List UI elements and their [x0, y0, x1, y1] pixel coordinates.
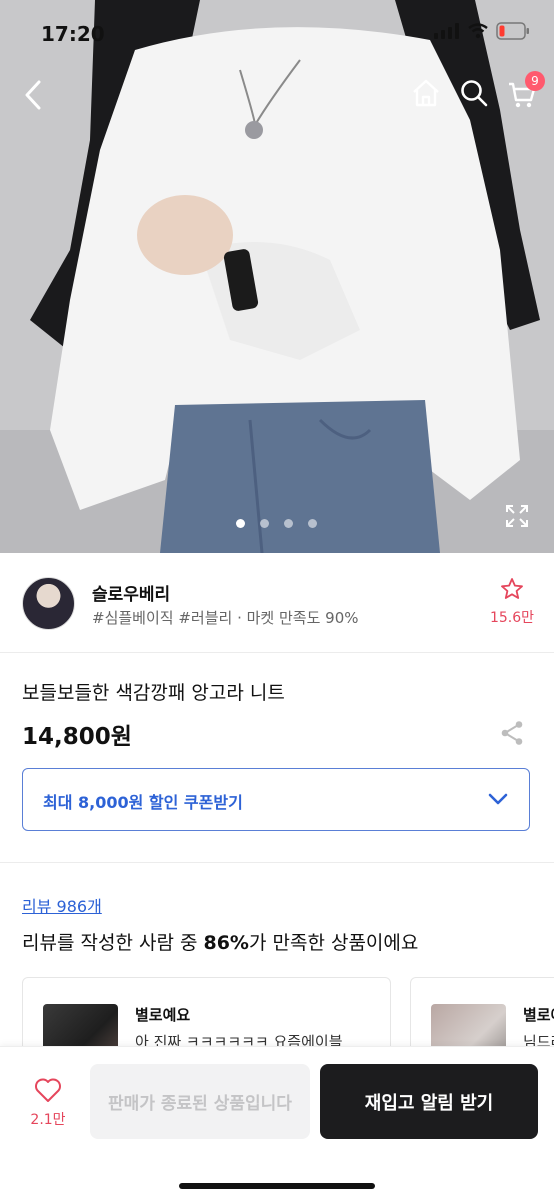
review-card-title: 별로예요 — [135, 1006, 191, 1024]
chevron-down-icon — [488, 793, 508, 805]
home-button[interactable] — [409, 76, 443, 110]
review-card-title: 별로예 — [523, 1006, 554, 1024]
expand-icon — [506, 505, 528, 527]
product-title: 보들보들한 색감깡패 앙고라 니트 — [22, 682, 285, 704]
shop-info[interactable]: 슬로우베리 #심플베이직 #러블리 · 마켓 만족도 90% 15.6만 — [0, 553, 554, 653]
carousel-dot[interactable] — [236, 519, 245, 528]
coupon-label: 최대 8,000원 할인 쿠폰받기 — [43, 793, 243, 812]
share-icon — [501, 721, 523, 745]
review-summary-prefix: 리뷰를 작성한 사람 중 — [22, 932, 204, 954]
restock-alert-button[interactable]: 재입고 알림 받기 — [320, 1064, 538, 1139]
favorite-shop-button[interactable]: 15.6만 — [488, 577, 536, 627]
section-divider — [0, 862, 554, 863]
shop-name[interactable]: 슬로우베리 — [92, 580, 170, 605]
like-button[interactable]: 2.1만 — [22, 1077, 74, 1129]
carousel-indicator — [236, 519, 317, 528]
wifi-icon — [468, 23, 488, 39]
sold-out-button: 판매가 종료된 상품입니다 — [90, 1064, 310, 1139]
cart-count-badge: 9 — [525, 71, 545, 91]
battery-icon — [496, 22, 529, 40]
search-icon — [461, 80, 488, 107]
review-summary: 리뷰를 작성한 사람 중 86%가 만족한 상품이에요 — [22, 928, 418, 955]
star-icon — [501, 578, 523, 599]
shop-tags: #심플베이직 #러블리 · 마켓 만족도 90% — [92, 609, 359, 627]
carousel-dot[interactable] — [284, 519, 293, 528]
carousel-dot[interactable] — [308, 519, 317, 528]
carousel-dot[interactable] — [260, 519, 269, 528]
search-button[interactable] — [457, 76, 491, 110]
coupon-button[interactable]: 최대 8,000원 할인 쿠폰받기 — [22, 768, 530, 831]
status-time: 17:20 — [41, 22, 105, 46]
share-button[interactable] — [500, 720, 524, 750]
back-button[interactable] — [16, 76, 50, 114]
shop-avatar[interactable] — [22, 577, 75, 630]
home-indicator — [179, 1183, 375, 1189]
product-price: 14,800원 — [22, 724, 132, 750]
home-icon — [413, 79, 439, 107]
review-satisfaction-percent: 86% — [203, 932, 249, 954]
product-image-carousel[interactable]: 17:20 9 — [0, 0, 554, 553]
back-arrow-icon — [25, 80, 41, 110]
bottom-action-bar: 2.1만 판매가 종료된 상품입니다 재입고 알림 받기 — [0, 1046, 554, 1200]
heart-icon — [35, 1078, 61, 1102]
fullscreen-button[interactable] — [504, 503, 530, 529]
status-bar: 17:20 — [0, 0, 554, 64]
like-count: 2.1만 — [30, 1112, 66, 1128]
status-icons — [434, 22, 530, 40]
signal-icon — [434, 23, 459, 39]
review-summary-suffix: 가 만족한 상품이에요 — [248, 932, 419, 954]
favorite-count: 15.6만 — [489, 610, 535, 626]
review-count-link[interactable]: 리뷰 986개 — [22, 893, 102, 917]
